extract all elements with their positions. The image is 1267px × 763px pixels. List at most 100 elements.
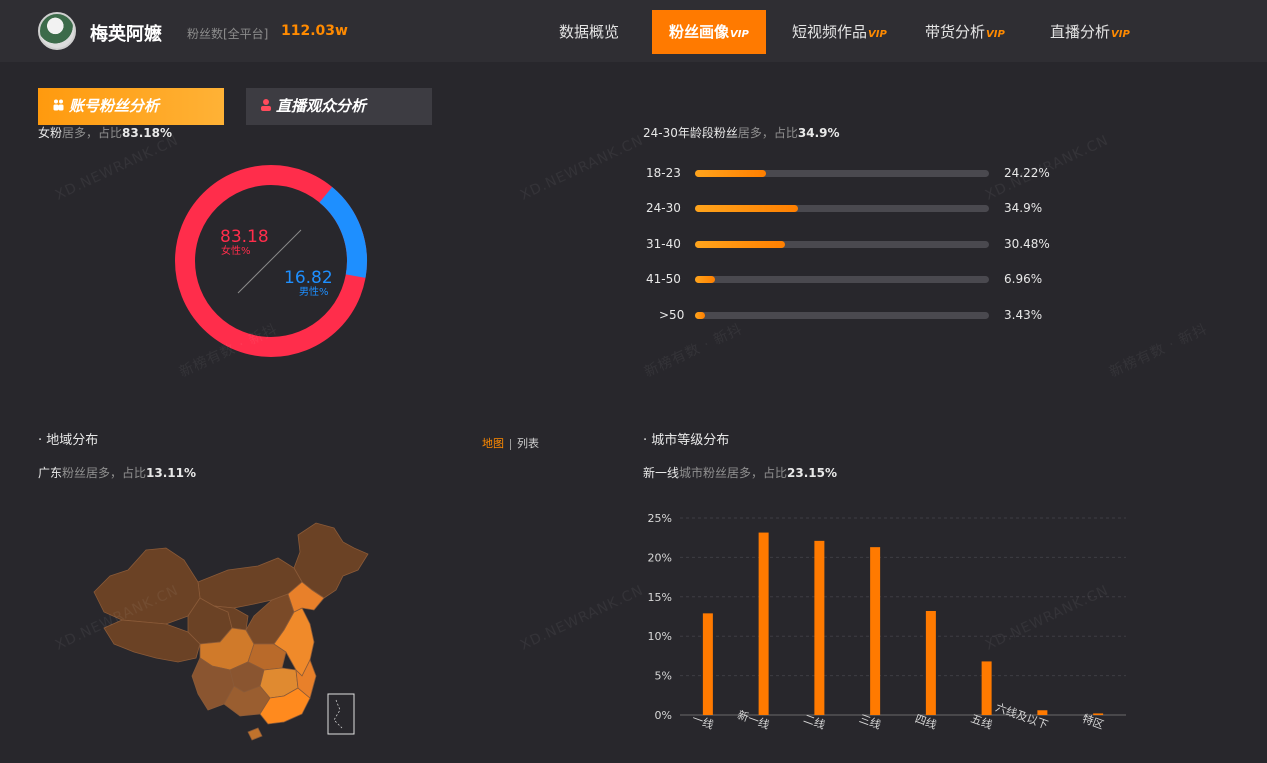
age-bar-fill bbox=[695, 312, 706, 319]
region-title: · 地域分布 bbox=[38, 429, 98, 448]
watermark: 新榜有数 · 新抖 bbox=[1107, 321, 1211, 381]
age-row: >50 3.43% bbox=[646, 308, 1066, 322]
tab-goods-analysis[interactable]: 带货分析VIP bbox=[925, 10, 1005, 54]
female-value: 83.18 bbox=[220, 227, 269, 247]
view-toggle: 地图 列表 bbox=[482, 435, 539, 451]
city-level-bar-chart: 0%5%10%15%20%25%一线 新一线 二线 三线 四线 五线 六线及以下 特区 bbox=[648, 512, 1126, 732]
tab-label: 粉丝画像 bbox=[669, 23, 730, 41]
age-row: 18-23 24.22% bbox=[646, 166, 1066, 180]
age-summary-value: 34.9% bbox=[797, 126, 840, 140]
user-icon bbox=[260, 88, 272, 125]
watermark: XD.NEWRANK.CN bbox=[517, 582, 647, 654]
x-tick-label: 六线及以下 bbox=[994, 700, 1050, 732]
account-name: 梅英阿嬷 bbox=[90, 24, 162, 45]
age-bar-track bbox=[695, 205, 989, 212]
bar bbox=[1037, 710, 1048, 715]
city-summary-lead: 新一线 bbox=[643, 466, 680, 480]
subtab-live-audience[interactable]: 直播观众分析 bbox=[246, 88, 432, 125]
bar bbox=[758, 532, 769, 715]
toggle-divider bbox=[510, 438, 511, 450]
age-bar-fill bbox=[695, 170, 767, 177]
male-ring bbox=[319, 187, 367, 278]
y-tick-label: 15% bbox=[648, 591, 672, 604]
tab-label: 带货分析 bbox=[925, 23, 986, 41]
top-bar: 梅英阿嬷 粉丝数[全平台] 112.03w 数据概览 粉丝画像VIP 短视频作品… bbox=[0, 0, 1267, 62]
age-summary-mid: 居多，占比 bbox=[737, 126, 798, 140]
subtab-label: 直播观众分析 bbox=[276, 97, 367, 115]
list-view-link[interactable]: 列表 bbox=[517, 437, 539, 450]
age-bar-fill bbox=[695, 241, 785, 248]
male-label: 男性% bbox=[299, 285, 329, 298]
age-value: 30.48% bbox=[1004, 237, 1050, 251]
watermark: 新榜有数 · 新抖 bbox=[642, 321, 746, 381]
tab-live-analysis[interactable]: 直播分析VIP bbox=[1050, 10, 1130, 54]
age-bar-track bbox=[695, 170, 989, 177]
city-title-text: 城市等级分布 bbox=[651, 433, 730, 448]
region-title-text: 地域分布 bbox=[46, 433, 99, 448]
subtab-account-fans[interactable]: 账号粉丝分析 bbox=[38, 88, 224, 125]
vip-badge: VIP bbox=[986, 29, 1005, 40]
watermark: XD.NEWRANK.CN bbox=[517, 132, 647, 204]
vip-badge: VIP bbox=[730, 29, 749, 40]
bar bbox=[981, 661, 992, 715]
y-tick-label: 20% bbox=[648, 551, 672, 564]
city-summary-mid: 城市粉丝居多，占比 bbox=[679, 466, 788, 480]
fans-count-label: 粉丝数[全平台] bbox=[187, 27, 269, 41]
tab-label: 直播分析 bbox=[1050, 23, 1111, 41]
map-region-tibet[interactable] bbox=[103, 619, 201, 663]
bar bbox=[814, 540, 825, 715]
age-bar-fill bbox=[695, 205, 798, 212]
y-tick-label: 25% bbox=[648, 512, 672, 525]
age-summary: 24-30年龄段粉丝居多，占比34.9% bbox=[643, 124, 840, 141]
china-region-map bbox=[93, 522, 369, 741]
map-view-link[interactable]: 地图 bbox=[482, 437, 504, 450]
subtab-label: 账号粉丝分析 bbox=[69, 97, 160, 115]
map-region-hainan[interactable] bbox=[247, 727, 263, 741]
age-label: 18-23 bbox=[646, 166, 681, 180]
age-bar-track bbox=[695, 276, 989, 283]
south-sea-islands bbox=[333, 699, 343, 729]
age-row: 31-40 30.48% bbox=[646, 237, 1066, 251]
vip-badge: VIP bbox=[1111, 29, 1130, 40]
age-label: 41-50 bbox=[646, 272, 681, 286]
city-summary: 新一线城市粉丝居多，占比23.15% bbox=[643, 464, 837, 481]
users-icon bbox=[52, 88, 65, 125]
tab-label: 数据概览 bbox=[559, 23, 620, 41]
age-value: 34.9% bbox=[1004, 201, 1043, 215]
age-label: 24-30 bbox=[646, 201, 681, 215]
south-sea-inset bbox=[327, 693, 355, 735]
bar bbox=[702, 613, 713, 715]
age-value: 3.43% bbox=[1004, 308, 1043, 322]
age-value: 6.96% bbox=[1004, 272, 1043, 286]
tab-fan-portrait[interactable]: 粉丝画像VIP bbox=[652, 10, 766, 54]
city-title: · 城市等级分布 bbox=[643, 429, 729, 448]
region-summary-mid: 粉丝居多，占比 bbox=[62, 466, 147, 480]
y-tick-label: 0% bbox=[655, 709, 672, 722]
vip-badge: VIP bbox=[868, 29, 887, 40]
region-summary: 广东粉丝居多，占比13.11% bbox=[38, 464, 196, 481]
tab-short-video[interactable]: 短视频作品VIP bbox=[792, 10, 887, 54]
female-label: 女性% bbox=[221, 244, 251, 257]
bar bbox=[870, 547, 881, 715]
gender-summary: 女粉居多，占比83.18% bbox=[38, 124, 172, 141]
gender-summary-lead: 女粉 bbox=[38, 126, 63, 140]
age-bar-fill bbox=[695, 276, 716, 283]
city-summary-value: 23.15% bbox=[787, 466, 838, 480]
age-label: >50 bbox=[659, 308, 685, 322]
tab-data-overview[interactable]: 数据概览 bbox=[559, 10, 619, 54]
age-bar-track bbox=[695, 312, 989, 319]
gender-summary-mid: 居多，占比 bbox=[62, 126, 123, 140]
age-summary-lead: 24-30年龄段粉丝 bbox=[643, 126, 738, 140]
region-summary-value: 13.11% bbox=[146, 466, 197, 480]
fans-count-value: 112.03w bbox=[281, 23, 348, 39]
y-tick-label: 5% bbox=[655, 670, 672, 683]
age-row: 41-50 6.96% bbox=[646, 272, 1066, 286]
region-summary-lead: 广东 bbox=[38, 466, 63, 480]
male-value: 16.82 bbox=[284, 268, 333, 288]
age-row: 24-30 34.9% bbox=[646, 201, 1066, 215]
age-label: 31-40 bbox=[646, 237, 681, 251]
avatar[interactable] bbox=[38, 12, 76, 50]
bar bbox=[925, 610, 936, 715]
tab-label: 短视频作品 bbox=[792, 23, 868, 41]
age-bar-track bbox=[695, 241, 989, 248]
